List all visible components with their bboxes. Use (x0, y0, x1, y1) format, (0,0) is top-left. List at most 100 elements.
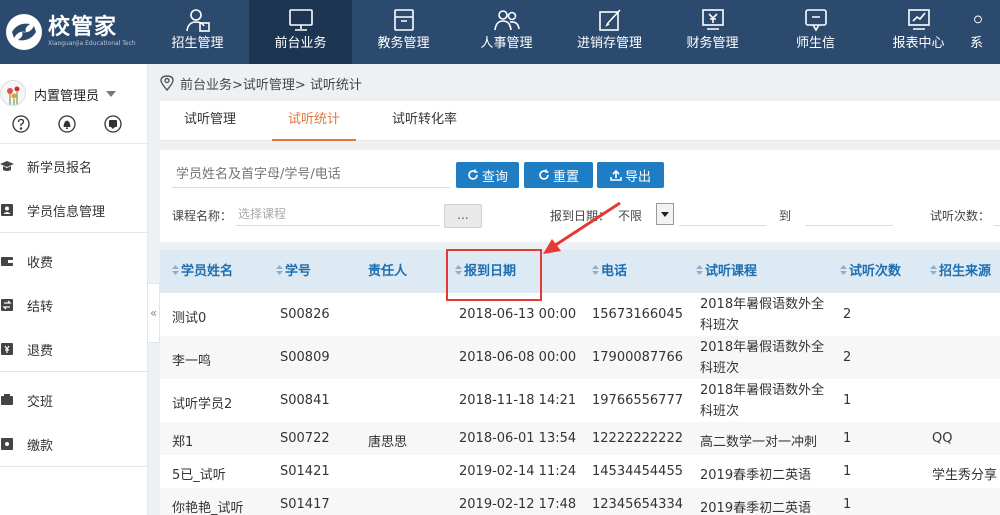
cell-count: 1 (843, 497, 852, 512)
course-input[interactable]: 选择课程 (236, 204, 440, 226)
trial-count-input[interactable] (994, 204, 1000, 226)
handover-icon (1, 394, 13, 405)
cell-name: 测试0 (172, 311, 207, 326)
avatar[interactable] (0, 80, 26, 106)
cell-id: S01421 (280, 464, 330, 479)
table-row[interactable]: 测试0 S00826 2018-06-13 00:00 15673166045 2018… (160, 293, 1000, 336)
help-icon[interactable] (12, 115, 30, 133)
sidebar-collapse-toggle[interactable]: « (148, 283, 160, 343)
sidebar-item-transfer[interactable]: 结转 (0, 283, 147, 327)
nav-label: 师生信 (795, 36, 835, 51)
system-icon (974, 15, 982, 24)
column-header-label: 试听课程 (705, 264, 758, 279)
cell-course: 2018年暑假语数外全科班次 (700, 383, 825, 419)
people-icon (493, 10, 520, 31)
th-student-name[interactable]: 学员姓名 (172, 250, 233, 293)
message-icon[interactable] (104, 115, 122, 133)
th-owner[interactable]: 责任人 (368, 250, 407, 293)
sidebar-item-new-student[interactable]: 新学员报名 (0, 144, 147, 188)
cell-id: S00722 (280, 431, 330, 446)
tab-trial-management[interactable]: 试听管理 (168, 101, 252, 141)
nav-item-reports[interactable]: 报表中心 (867, 0, 970, 64)
cell-name: 你艳艳_试听 (172, 501, 244, 515)
nav-item-system[interactable]: 系 (970, 0, 1000, 64)
payment-icon (1, 438, 13, 450)
sort-arrows-icon (930, 251, 937, 275)
reset-button[interactable]: 重置 (524, 162, 593, 188)
sidebar-item-refund[interactable]: 退费 (0, 327, 147, 371)
sidebar: 内置管理员 新学员报名 学员信息管理 收费 结转 退费 交班 缴款 (0, 64, 148, 515)
cell-course: 2019春季初二英语 (700, 468, 812, 483)
table-row[interactable]: 试听学员2 S00841 2018-11-18 14:21 19766556777 20… (160, 379, 1000, 422)
chat-icon (804, 9, 827, 32)
app-logo[interactable]: 校管家 Xiaoguanjia Educational Tech (0, 0, 146, 64)
user-actions (12, 115, 122, 133)
cell-count: 2 (843, 350, 852, 365)
th-trial-count[interactable]: 试听次数 (840, 250, 901, 293)
graduation-cap-icon (0, 161, 14, 171)
nav-label: 前台业务 (274, 36, 327, 51)
user-name[interactable]: 内置管理员 (34, 85, 99, 104)
nav-item-finance[interactable]: 财务管理 (661, 0, 764, 64)
logo-name: 校管家 (48, 15, 118, 40)
search-input[interactable] (172, 162, 450, 188)
annotation-arrow-icon (543, 201, 621, 254)
sidebar-item-payment[interactable]: 缴款 (0, 422, 147, 466)
notification-bell-icon[interactable] (58, 115, 76, 133)
date-start-input[interactable] (679, 204, 766, 226)
nav-item-hr[interactable]: 人事管理 (455, 0, 558, 64)
sidebar-item-handover[interactable]: 交班 (0, 378, 147, 422)
cell-date: 2018-06-08 00:00 (459, 350, 577, 365)
finance-icon (701, 9, 724, 30)
sidebar-item-label: 结转 (27, 299, 54, 315)
export-button[interactable]: 导出 (597, 162, 664, 188)
cell-course: 2018年暑假语数外全科班次 (700, 297, 825, 333)
sidebar-item-charge[interactable]: 收费 (0, 239, 147, 283)
query-button[interactable]: 查询 (456, 162, 519, 188)
th-student-id[interactable]: 学号 (276, 250, 311, 293)
upload-icon (610, 169, 622, 181)
cell-name: 李一鸣 (172, 354, 212, 369)
date-select-dropdown[interactable] (656, 203, 674, 225)
search-icon (468, 169, 478, 180)
folder-icon (393, 9, 414, 31)
sort-arrows-icon (840, 251, 847, 275)
tab-trial-statistics[interactable]: 试听统计 (272, 101, 357, 141)
cell-id: S00809 (280, 350, 330, 365)
th-source[interactable]: 招生来源 (930, 250, 991, 293)
table-row[interactable]: 5已_试听 S01421 2019-02-14 11:24 14534454455 20… (160, 455, 1000, 488)
report-icon (907, 9, 930, 30)
cell-course: 2018年暑假语数外全科班次 (700, 340, 825, 376)
export-button-label: 导出 (624, 169, 651, 185)
nav-item-messages[interactable]: 师生信 (764, 0, 867, 64)
transfer-icon (1, 299, 13, 311)
nav-item-front-desk[interactable]: 前台业务 (249, 0, 352, 64)
sidebar-item-label: 学员信息管理 (27, 204, 106, 220)
nav-item-academic[interactable]: 教务管理 (352, 0, 455, 64)
table-row[interactable]: 李一鸣 S00809 2018-06-08 00:00 17900087766 2018… (160, 336, 1000, 379)
menu-group-fees: 收费 结转 退费 (0, 233, 147, 372)
refund-icon (1, 343, 13, 355)
nav-item-enrollment[interactable]: 招生管理 (146, 0, 249, 64)
trial-count-label: 试听次数： (930, 209, 991, 223)
logo-mark-icon (6, 14, 42, 50)
table-row[interactable]: 你艳艳_试听 S01417 2019-02-12 17:48 12345654334 2… (160, 488, 1000, 515)
sort-arrows-icon (172, 251, 179, 275)
cell-phone: 12345654334 (592, 497, 683, 512)
cell-owner: 唐思思 (368, 435, 408, 450)
table-row[interactable]: 郑1 S00722 唐思思 2018-06-01 13:54 12222222222 高二… (160, 422, 1000, 455)
course-picker-button[interactable]: ... (444, 204, 482, 228)
th-trial-course[interactable]: 试听课程 (696, 250, 757, 293)
date-end-input[interactable] (805, 204, 893, 226)
cell-count: 1 (843, 431, 852, 446)
sidebar-item-label: 收费 (27, 255, 54, 271)
breadcrumb-text: 前台业务>试听管理> 试听统计 (180, 77, 362, 93)
nav-item-inventory[interactable]: 进销存管理 (558, 0, 661, 64)
cell-id: S01417 (280, 497, 330, 512)
user-dropdown-caret-icon[interactable] (106, 91, 116, 97)
nav-label: 招生管理 (171, 36, 224, 51)
nav-label: 人事管理 (480, 36, 533, 51)
tab-trial-conversion[interactable]: 试听转化率 (376, 101, 473, 141)
top-navigation-bar: 校管家 Xiaoguanjia Educational Tech 招生管理 前台… (0, 0, 1000, 64)
sidebar-item-student-info[interactable]: 学员信息管理 (0, 188, 147, 232)
